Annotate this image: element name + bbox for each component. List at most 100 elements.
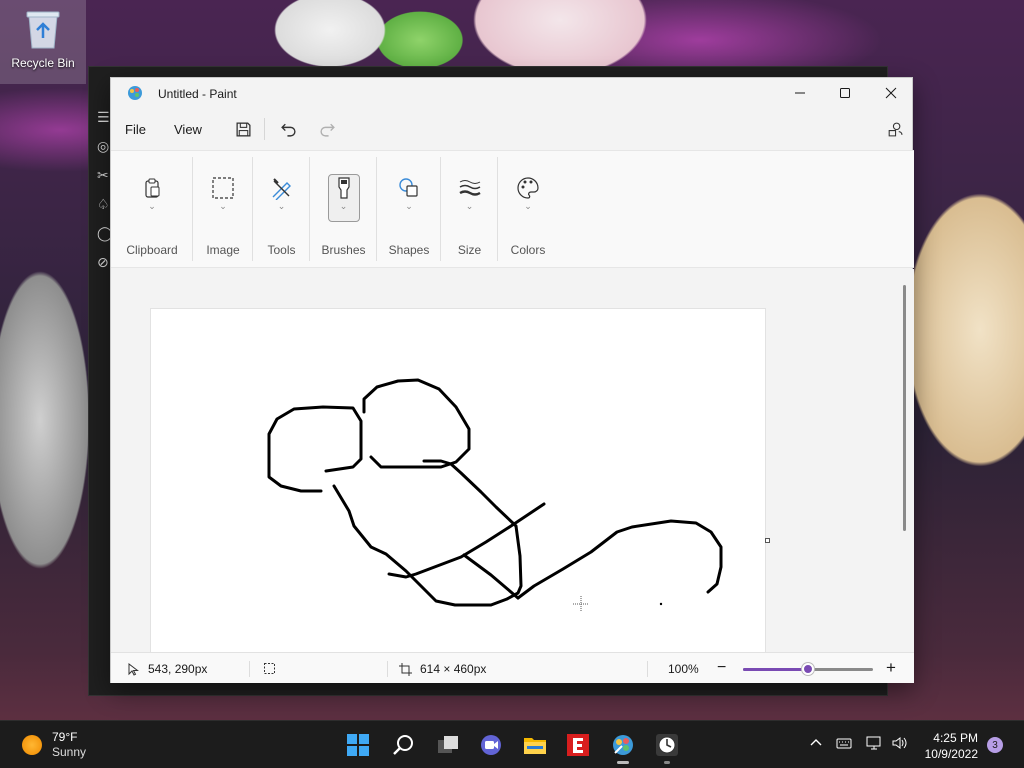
- image-label: Image: [206, 243, 240, 257]
- weather-condition: Sunny: [52, 745, 87, 759]
- status-bar: 543, 290px 614 × 460px 100% − +: [111, 652, 914, 683]
- network-button[interactable]: [866, 735, 882, 751]
- colors-button[interactable]: ⌄: [512, 171, 544, 217]
- undo-icon: [280, 123, 296, 137]
- task-view-button[interactable]: [432, 729, 464, 761]
- close-icon: [885, 87, 897, 99]
- image-chevron-icon: ⌄: [219, 201, 227, 211]
- tools-button[interactable]: ⌄: [266, 171, 298, 217]
- selection-icon: [212, 177, 234, 199]
- size-group[interactable]: ⌄ Size: [441, 151, 498, 269]
- quick-access-separator: [264, 118, 265, 140]
- clock[interactable]: 4:25 PM 10/9/2022: [918, 730, 978, 762]
- brushes-label: Brushes: [321, 243, 366, 257]
- canvas-workspace[interactable]: [111, 269, 914, 652]
- canvas-size-text: 614 × 460px: [420, 662, 487, 676]
- canvas-drawing: [267, 378, 723, 612]
- close-button[interactable]: [868, 78, 914, 108]
- account-icon: [888, 122, 902, 136]
- brush-icon: [337, 177, 350, 199]
- plus-icon: +: [886, 658, 896, 677]
- speaker-icon: [892, 737, 907, 749]
- maximize-button[interactable]: [822, 78, 868, 108]
- colors-group[interactable]: ⌄ Colors: [498, 151, 558, 269]
- zoom-out-button[interactable]: −: [717, 659, 726, 677]
- zoom-slider[interactable]: [743, 663, 873, 675]
- colors-chevron-icon: ⌄: [524, 201, 532, 211]
- brushes-group[interactable]: ⌄ Brushes: [310, 151, 377, 269]
- pencil-eraser-icon: [272, 178, 291, 200]
- clock-time: 4:25 PM: [933, 731, 978, 745]
- tools-group[interactable]: ⌄ Tools: [253, 151, 310, 269]
- title-bar[interactable]: Untitled - Paint: [111, 78, 912, 108]
- volume-button[interactable]: [891, 735, 907, 751]
- sun-icon: [22, 735, 42, 755]
- undo-button[interactable]: [276, 118, 300, 140]
- size-chevron-icon: ⌄: [465, 201, 474, 211]
- menu-view[interactable]: View: [174, 122, 202, 137]
- minimize-button[interactable]: [777, 78, 823, 108]
- weather-widget[interactable]: 79°F Sunny: [22, 730, 86, 760]
- alarm-clock-icon: [656, 734, 678, 756]
- save-button[interactable]: [231, 118, 255, 140]
- maximize-icon: [840, 88, 850, 98]
- cursor-position: 543, 290px: [127, 662, 207, 676]
- file-explorer-button[interactable]: [519, 729, 551, 761]
- image-group[interactable]: ⌄ Image: [193, 151, 253, 269]
- paint-taskbar-button[interactable]: [607, 729, 639, 764]
- menu-file[interactable]: File: [125, 122, 146, 137]
- crosshair-cursor-icon: [573, 596, 589, 612]
- chat-icon: [481, 735, 501, 755]
- minus-icon: −: [717, 659, 727, 676]
- task-view-icon: [438, 736, 458, 753]
- clipboard-group[interactable]: ⌄ Clipboard: [111, 151, 193, 269]
- shapes-label: Shapes: [388, 243, 430, 257]
- shapes-button[interactable]: ⌄: [393, 171, 425, 217]
- pointer-icon: [128, 662, 139, 676]
- redo-button[interactable]: [315, 118, 339, 140]
- clipboard-chevron-icon: ⌄: [148, 201, 156, 211]
- shapes-chevron-icon: ⌄: [405, 201, 413, 211]
- status-separator: [387, 661, 388, 677]
- start-button[interactable]: [342, 729, 374, 761]
- network-icon: [866, 736, 881, 750]
- taskbar: 79°F Sunny 4:25 PM 10/9/2022 3: [0, 720, 1024, 768]
- vertical-scrollbar[interactable]: [903, 285, 906, 531]
- palette-icon: [517, 177, 539, 199]
- search-button[interactable]: [387, 729, 419, 761]
- drawing-canvas[interactable]: [151, 309, 765, 652]
- account-button[interactable]: [882, 118, 906, 140]
- show-hidden-icons-button[interactable]: [808, 735, 824, 751]
- zoom-level[interactable]: 100%: [668, 662, 699, 676]
- clipboard-button[interactable]: ⌄: [136, 171, 168, 217]
- zoom-in-button[interactable]: +: [886, 658, 896, 678]
- selection-size-icon: [264, 663, 275, 674]
- canvas-size-icon: [399, 662, 412, 676]
- size-button[interactable]: ⌄: [454, 171, 486, 217]
- image-select-button[interactable]: ⌄: [207, 171, 239, 217]
- keyboard-button[interactable]: [836, 735, 852, 751]
- status-separator: [647, 661, 648, 677]
- paint-icon: [613, 735, 633, 755]
- paint-app-icon: [128, 86, 142, 100]
- shapes-group[interactable]: ⌄ Shapes: [377, 151, 441, 269]
- recycle-bin-label: Recycle Bin: [11, 56, 75, 70]
- cursor-position-text: 543, 290px: [148, 662, 208, 676]
- size-label: Size: [457, 243, 482, 257]
- brushes-icon-wrap: ⌄: [328, 171, 360, 217]
- search-icon: [393, 735, 413, 755]
- recycle-bin-icon: [25, 8, 61, 50]
- save-icon: [235, 121, 251, 137]
- chat-button[interactable]: [475, 729, 507, 761]
- clipboard-label: Clipboard: [126, 243, 178, 257]
- keyboard-icon: [836, 738, 852, 749]
- recycle-bin-desktop-icon[interactable]: Recycle Bin: [0, 0, 86, 84]
- zoom-slider-thumb[interactable]: [802, 663, 814, 675]
- app-e-button[interactable]: [562, 729, 594, 761]
- canvas-resize-handle[interactable]: [765, 538, 770, 543]
- tools-label: Tools: [267, 243, 296, 257]
- windows-logo-icon: [347, 734, 369, 756]
- status-separator: [249, 661, 250, 677]
- notification-badge[interactable]: 3: [987, 737, 1003, 753]
- clock-app-button[interactable]: [651, 729, 683, 764]
